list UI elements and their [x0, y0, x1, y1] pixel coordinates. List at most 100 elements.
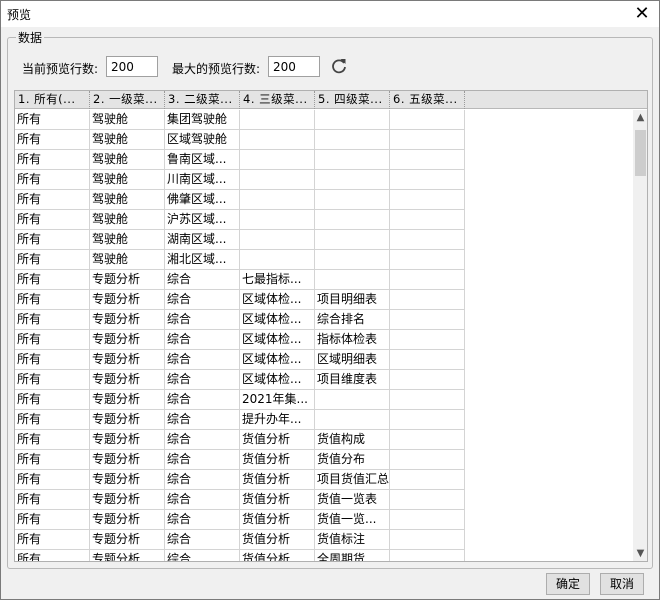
table-cell[interactable]	[390, 110, 465, 130]
table-cell[interactable]: 专题分析	[90, 350, 165, 370]
table-cell[interactable]: 综合	[165, 430, 240, 450]
table-cell[interactable]	[240, 230, 315, 250]
table-cell[interactable]: 综合	[165, 270, 240, 290]
table-row[interactable]: 所有 驾驶舱 湘北区域...	[15, 250, 465, 270]
table-cell[interactable]	[390, 310, 465, 330]
table-cell[interactable]: 鲁南区域...	[165, 150, 240, 170]
table-cell[interactable]	[315, 410, 390, 430]
table-cell[interactable]: 专题分析	[90, 370, 165, 390]
table-row[interactable]: 所有 专题分析 综合 区域体检... 项目明细表	[15, 290, 465, 310]
table-cell[interactable]	[240, 210, 315, 230]
table-cell[interactable]: 驾驶舱	[90, 150, 165, 170]
table-cell[interactable]: 综合	[165, 470, 240, 490]
table-row[interactable]: 所有 专题分析 综合 货值分析 货值一览...	[15, 510, 465, 530]
table-cell[interactable]	[390, 330, 465, 350]
table-cell[interactable]	[315, 150, 390, 170]
table-cell[interactable]	[240, 130, 315, 150]
table-cell[interactable]: 综合	[165, 490, 240, 510]
current-rows-input[interactable]	[106, 56, 158, 77]
table-cell[interactable]: 所有	[15, 190, 90, 210]
table-cell[interactable]: 货值分析	[240, 490, 315, 510]
table-cell[interactable]	[390, 210, 465, 230]
table-cell[interactable]: 专题分析	[90, 410, 165, 430]
table-cell[interactable]	[315, 210, 390, 230]
table-cell[interactable]	[390, 510, 465, 530]
table-cell[interactable]: 综合	[165, 290, 240, 310]
table-cell[interactable]: 指标体检表	[315, 330, 390, 350]
table-row[interactable]: 所有 专题分析 综合 区域体检... 指标体检表	[15, 330, 465, 350]
column-header[interactable]: 3. 二级菜...	[165, 91, 240, 109]
table-row[interactable]: 所有 专题分析 综合 货值分析 货值标注	[15, 530, 465, 550]
table-cell[interactable]	[315, 170, 390, 190]
table-cell[interactable]: 专题分析	[90, 530, 165, 550]
table-cell[interactable]: 区域体检...	[240, 310, 315, 330]
table-row[interactable]: 所有 专题分析 综合 货值分析 全周期货...	[15, 550, 465, 561]
table-cell[interactable]	[315, 390, 390, 410]
table-cell[interactable]: 所有	[15, 450, 90, 470]
table-cell[interactable]: 湘北区域...	[165, 250, 240, 270]
table-cell[interactable]	[240, 170, 315, 190]
table-row[interactable]: 所有 驾驶舱 区域驾驶舱	[15, 130, 465, 150]
table-cell[interactable]: 货值分析	[240, 530, 315, 550]
table-cell[interactable]: 综合	[165, 550, 240, 561]
table-row[interactable]: 所有 驾驶舱 川南区域...	[15, 170, 465, 190]
table-cell[interactable]: 专题分析	[90, 470, 165, 490]
table-row[interactable]: 所有 专题分析 综合 货值分析 货值分布	[15, 450, 465, 470]
table-cell[interactable]: 综合	[165, 350, 240, 370]
max-rows-input[interactable]	[268, 56, 320, 77]
table-cell[interactable]: 专题分析	[90, 450, 165, 470]
close-icon[interactable]: ✕	[631, 3, 653, 25]
table-cell[interactable]: 专题分析	[90, 510, 165, 530]
table-cell[interactable]	[390, 270, 465, 290]
table-cell[interactable]: 沪苏区域...	[165, 210, 240, 230]
table-row[interactable]: 所有 专题分析 综合 七最指标...	[15, 270, 465, 290]
table-cell[interactable]: 所有	[15, 410, 90, 430]
table-cell[interactable]	[240, 110, 315, 130]
column-header[interactable]: 1. 所有(...	[15, 91, 90, 109]
table-cell[interactable]: 驾驶舱	[90, 110, 165, 130]
table-cell[interactable]	[315, 190, 390, 210]
table-cell[interactable]	[390, 410, 465, 430]
table-row[interactable]: 所有 驾驶舱 沪苏区域...	[15, 210, 465, 230]
table-cell[interactable]: 所有	[15, 310, 90, 330]
table-cell[interactable]: 所有	[15, 470, 90, 490]
table-cell[interactable]: 综合	[165, 330, 240, 350]
table-cell[interactable]: 货值标注	[315, 530, 390, 550]
table-cell[interactable]	[390, 290, 465, 310]
table-cell[interactable]: 七最指标...	[240, 270, 315, 290]
table-cell[interactable]: 驾驶舱	[90, 250, 165, 270]
table-cell[interactable]: 综合	[165, 370, 240, 390]
table-cell[interactable]: 区域驾驶舱	[165, 130, 240, 150]
table-cell[interactable]: 货值分析	[240, 430, 315, 450]
refresh-icon[interactable]	[329, 56, 349, 76]
table-cell[interactable]	[240, 250, 315, 270]
table-cell[interactable]: 湖南区域...	[165, 230, 240, 250]
table-cell[interactable]: 综合排名	[315, 310, 390, 330]
scroll-up-icon[interactable]: ▲	[633, 110, 647, 126]
table-cell[interactable]	[390, 250, 465, 270]
table-cell[interactable]: 全周期货...	[315, 550, 390, 561]
table-cell[interactable]: 提升办年...	[240, 410, 315, 430]
table-row[interactable]: 所有 专题分析 综合 区域体检... 区域明细表	[15, 350, 465, 370]
table-row[interactable]: 所有 驾驶舱 湖南区域...	[15, 230, 465, 250]
table-cell[interactable]	[390, 550, 465, 561]
table-cell[interactable]: 所有	[15, 530, 90, 550]
table-cell[interactable]: 驾驶舱	[90, 170, 165, 190]
table-cell[interactable]: 专题分析	[90, 330, 165, 350]
table-cell[interactable]: 专题分析	[90, 270, 165, 290]
table-row[interactable]: 所有 专题分析 综合 2021年集...	[15, 390, 465, 410]
table-cell[interactable]: 货值分析	[240, 450, 315, 470]
table-cell[interactable]: 货值分布	[315, 450, 390, 470]
table-cell[interactable]	[390, 430, 465, 450]
table-cell[interactable]: 佛肇区域...	[165, 190, 240, 210]
table-cell[interactable]: 货值分析	[240, 470, 315, 490]
table-cell[interactable]: 驾驶舱	[90, 210, 165, 230]
table-cell[interactable]	[240, 190, 315, 210]
vertical-scrollbar[interactable]: ▲ ▼	[633, 110, 647, 561]
table-row[interactable]: 所有 驾驶舱 佛肇区域...	[15, 190, 465, 210]
table-cell[interactable]: 川南区域...	[165, 170, 240, 190]
table-cell[interactable]: 所有	[15, 490, 90, 510]
table-cell[interactable]	[390, 370, 465, 390]
table-cell[interactable]: 所有	[15, 370, 90, 390]
table-cell[interactable]: 货值一览...	[315, 510, 390, 530]
